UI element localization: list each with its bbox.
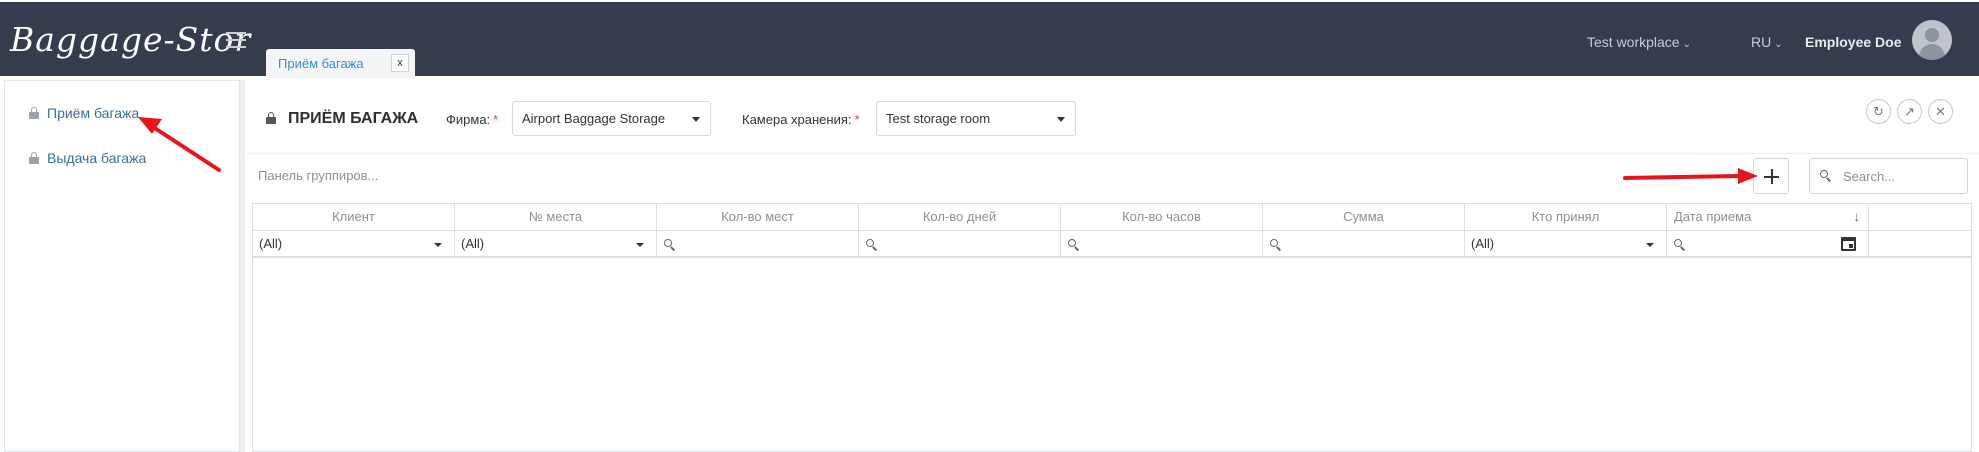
search-icon: [1068, 239, 1080, 251]
filter-empty: [1869, 231, 1971, 256]
firm-label: Фирма: *: [446, 112, 498, 127]
page-title-text: ПРИЁМ БАГАЖА: [288, 110, 419, 127]
data-grid: Клиент № места Кол-во мест Кол-во дней К…: [252, 203, 1972, 452]
column-header-places-count[interactable]: Кол-во мест: [657, 204, 859, 230]
chevron-down-icon: ⌄: [1682, 39, 1691, 50]
column-header-label: Дата приема: [1674, 209, 1752, 224]
add-button[interactable]: [1753, 158, 1789, 194]
firm-select[interactable]: Airport Baggage Storage: [512, 101, 711, 136]
sidebar-item-baggage-release[interactable]: Выдача багажа: [29, 150, 146, 166]
filter-amount-input[interactable]: [1263, 231, 1465, 256]
language-dropdown[interactable]: RU ⌄: [1751, 34, 1783, 50]
tab-close-button[interactable]: x: [391, 54, 409, 72]
filter-receive-date-input[interactable]: [1667, 231, 1869, 256]
column-header-days-count[interactable]: Кол-во дней: [859, 204, 1061, 230]
filter-value: (All): [259, 236, 283, 251]
sidebar: Приём багажа Выдача багажа: [4, 80, 240, 452]
filter-hours-count-input[interactable]: [1061, 231, 1263, 256]
required-mark: *: [493, 112, 499, 127]
filter-place-number-select[interactable]: (All): [455, 231, 657, 256]
search-icon: [1674, 239, 1686, 251]
search-icon: [1270, 239, 1282, 251]
filter-received-by-select[interactable]: (All): [1465, 231, 1667, 256]
expand-icon: ↗: [1904, 104, 1915, 119]
page-title: ПРИЁМ БАГАЖА: [266, 110, 418, 128]
user-name[interactable]: Employee Doe: [1805, 34, 1901, 50]
search-icon: [1820, 170, 1832, 182]
column-header-hours-count[interactable]: Кол-во часов: [1061, 204, 1263, 230]
sort-descending-icon: ↓: [1853, 209, 1861, 224]
grid-header-row: Клиент № места Кол-во мест Кол-во дней К…: [253, 204, 1971, 231]
required-mark: *: [854, 112, 860, 127]
language-label: RU: [1751, 34, 1772, 50]
storage-room-select[interactable]: Test storage room: [876, 101, 1076, 136]
caret-down-icon: [692, 117, 700, 122]
top-header: Baggage-Stor Приём багажа x Test workpla…: [0, 0, 1979, 78]
column-header-client[interactable]: Клиент: [253, 204, 455, 230]
workplace-dropdown[interactable]: Test workplace ⌄: [1587, 34, 1691, 50]
caret-down-icon: [434, 243, 442, 247]
column-header-place-number[interactable]: № места: [455, 204, 657, 230]
open-tab-label: Приём багажа: [278, 56, 364, 71]
chevron-down-icon: ⌄: [1774, 39, 1783, 50]
search-icon: [664, 239, 676, 251]
refresh-icon: ↻: [1873, 104, 1884, 119]
firm-select-value: Airport Baggage Storage: [522, 111, 666, 126]
storage-room-select-value: Test storage room: [886, 111, 991, 126]
grid-body: [253, 260, 1971, 451]
filter-value: (All): [1471, 236, 1495, 251]
search-icon: [866, 239, 878, 251]
open-tab-baggage-intake[interactable]: Приём багажа x: [266, 49, 415, 78]
app-logo[interactable]: Baggage-Stor: [10, 20, 251, 59]
group-panel[interactable]: Панель группиров...: [258, 168, 378, 183]
sidebar-resize-handle[interactable]: [240, 80, 245, 452]
lock-icon: [266, 112, 276, 124]
hamburger-menu-icon[interactable]: [226, 32, 246, 48]
filter-value: (All): [461, 236, 485, 251]
search-field[interactable]: [1809, 158, 1968, 194]
caret-down-icon: [1057, 117, 1065, 122]
calendar-icon[interactable]: [1841, 237, 1856, 251]
caret-down-icon: [1646, 243, 1654, 247]
sidebar-item-label: Приём багажа: [47, 105, 140, 121]
lock-icon: [29, 152, 39, 164]
filter-client-select[interactable]: (All): [253, 231, 455, 256]
lock-icon: [29, 107, 39, 119]
close-page-button[interactable]: ✕: [1928, 99, 1953, 124]
firm-label-text: Фирма:: [446, 112, 491, 127]
user-avatar-icon[interactable]: [1912, 20, 1952, 60]
close-icon: ✕: [1935, 104, 1946, 119]
grid-filter-row: (All) (All) (All): [253, 231, 1971, 258]
storage-room-label: Камера хранения: *: [742, 112, 860, 127]
filter-days-count-input[interactable]: [859, 231, 1061, 256]
column-header-receive-date[interactable]: Дата приема ↓: [1667, 204, 1869, 230]
column-header-received-by[interactable]: Кто принял: [1465, 204, 1667, 230]
storage-room-label-text: Камера хранения:: [742, 112, 852, 127]
column-header-empty: [1869, 204, 1971, 230]
column-header-amount[interactable]: Сумма: [1263, 204, 1465, 230]
page-header: ПРИЁМ БАГАЖА Фирма: * Airport Baggage Sto…: [246, 80, 1979, 154]
workplace-label: Test workplace: [1587, 34, 1680, 50]
main-panel: ПРИЁМ БАГАЖА Фирма: * Airport Baggage Sto…: [246, 80, 1979, 452]
expand-button[interactable]: ↗: [1897, 99, 1922, 124]
sidebar-item-label: Выдача багажа: [47, 150, 147, 166]
refresh-button[interactable]: ↻: [1866, 99, 1891, 124]
caret-down-icon: [636, 243, 644, 247]
search-input[interactable]: [1843, 167, 1961, 185]
sidebar-item-baggage-intake[interactable]: Приём багажа: [29, 105, 139, 121]
filter-places-count-input[interactable]: [657, 231, 859, 256]
